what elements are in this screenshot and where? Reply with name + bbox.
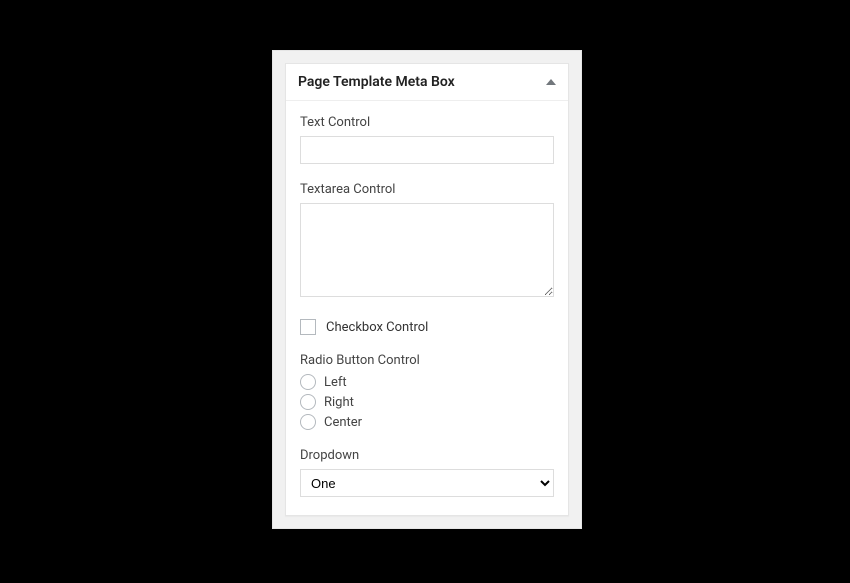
- radio-option-label: Right: [324, 395, 354, 410]
- dropdown-control-select[interactable]: One: [300, 469, 554, 497]
- checkbox-control-field: Checkbox Control: [300, 319, 554, 335]
- checkbox-icon: [300, 319, 316, 335]
- radio-option-left[interactable]: Left: [300, 374, 554, 390]
- checkbox-control-label: Checkbox Control: [326, 320, 428, 335]
- page-template-metabox: Page Template Meta Box Text Control Text…: [285, 63, 569, 516]
- dropdown-control-field: Dropdown One: [300, 448, 554, 497]
- radio-group: Left Right Center: [300, 374, 554, 430]
- textarea-control-input[interactable]: [300, 203, 554, 297]
- text-control-label: Text Control: [300, 115, 554, 130]
- radio-icon: [300, 374, 316, 390]
- metabox-title: Page Template Meta Box: [298, 74, 455, 90]
- meta-box-panel: Page Template Meta Box Text Control Text…: [272, 50, 582, 529]
- radio-option-label: Center: [324, 415, 362, 430]
- radio-icon: [300, 394, 316, 410]
- radio-option-right[interactable]: Right: [300, 394, 554, 410]
- metabox-body: Text Control Textarea Control Checkbox C…: [286, 101, 568, 515]
- radio-option-center[interactable]: Center: [300, 414, 554, 430]
- text-control-field: Text Control: [300, 115, 554, 164]
- radio-control-label: Radio Button Control: [300, 353, 554, 368]
- checkbox-control-row[interactable]: Checkbox Control: [300, 319, 554, 335]
- metabox-header[interactable]: Page Template Meta Box: [286, 64, 568, 101]
- radio-icon: [300, 414, 316, 430]
- textarea-control-field: Textarea Control: [300, 182, 554, 301]
- textarea-control-label: Textarea Control: [300, 182, 554, 197]
- radio-control-field: Radio Button Control Left Right Center: [300, 353, 554, 430]
- radio-option-label: Left: [324, 375, 347, 390]
- dropdown-control-label: Dropdown: [300, 448, 554, 463]
- text-control-input[interactable]: [300, 136, 554, 164]
- collapse-toggle-icon: [546, 79, 556, 85]
